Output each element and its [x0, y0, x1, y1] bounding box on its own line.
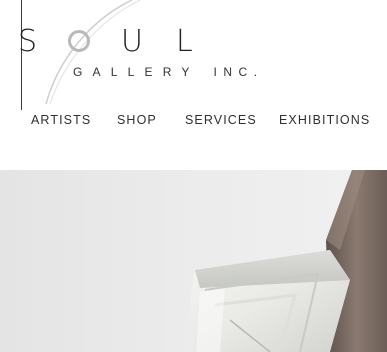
logo-subtitle-inc: INC.	[213, 65, 264, 79]
site-logo[interactable]: S U L GALLERY INC.	[0, 0, 300, 110]
logo-o-ring	[68, 30, 90, 52]
nav-item-services[interactable]: SERVICES	[185, 113, 257, 127]
glass-reflection	[196, 288, 225, 352]
nav-item-artists[interactable]: ARTISTS	[31, 113, 91, 127]
logo-subtitle-gallery: GALLERY	[73, 65, 200, 79]
hero-image	[0, 170, 387, 352]
nav-item-exhibitions[interactable]: EXHIBITIONS	[279, 113, 370, 127]
logo-letter-s: S	[18, 24, 38, 59]
logo-letter-l: L	[176, 24, 193, 59]
logo-subtitle: GALLERY INC.	[73, 65, 264, 79]
main-nav: ARTISTS SHOP SERVICES EXHIBITIONS	[0, 113, 387, 133]
nav-item-shop[interactable]: SHOP	[117, 113, 157, 127]
site-header: S U L GALLERY INC. ARTISTS SHOP SERVICES …	[0, 0, 387, 170]
logo-wordmark: S U L	[18, 26, 208, 58]
sculpture-illustration	[190, 170, 387, 352]
logo-letter-u: U	[121, 24, 143, 59]
